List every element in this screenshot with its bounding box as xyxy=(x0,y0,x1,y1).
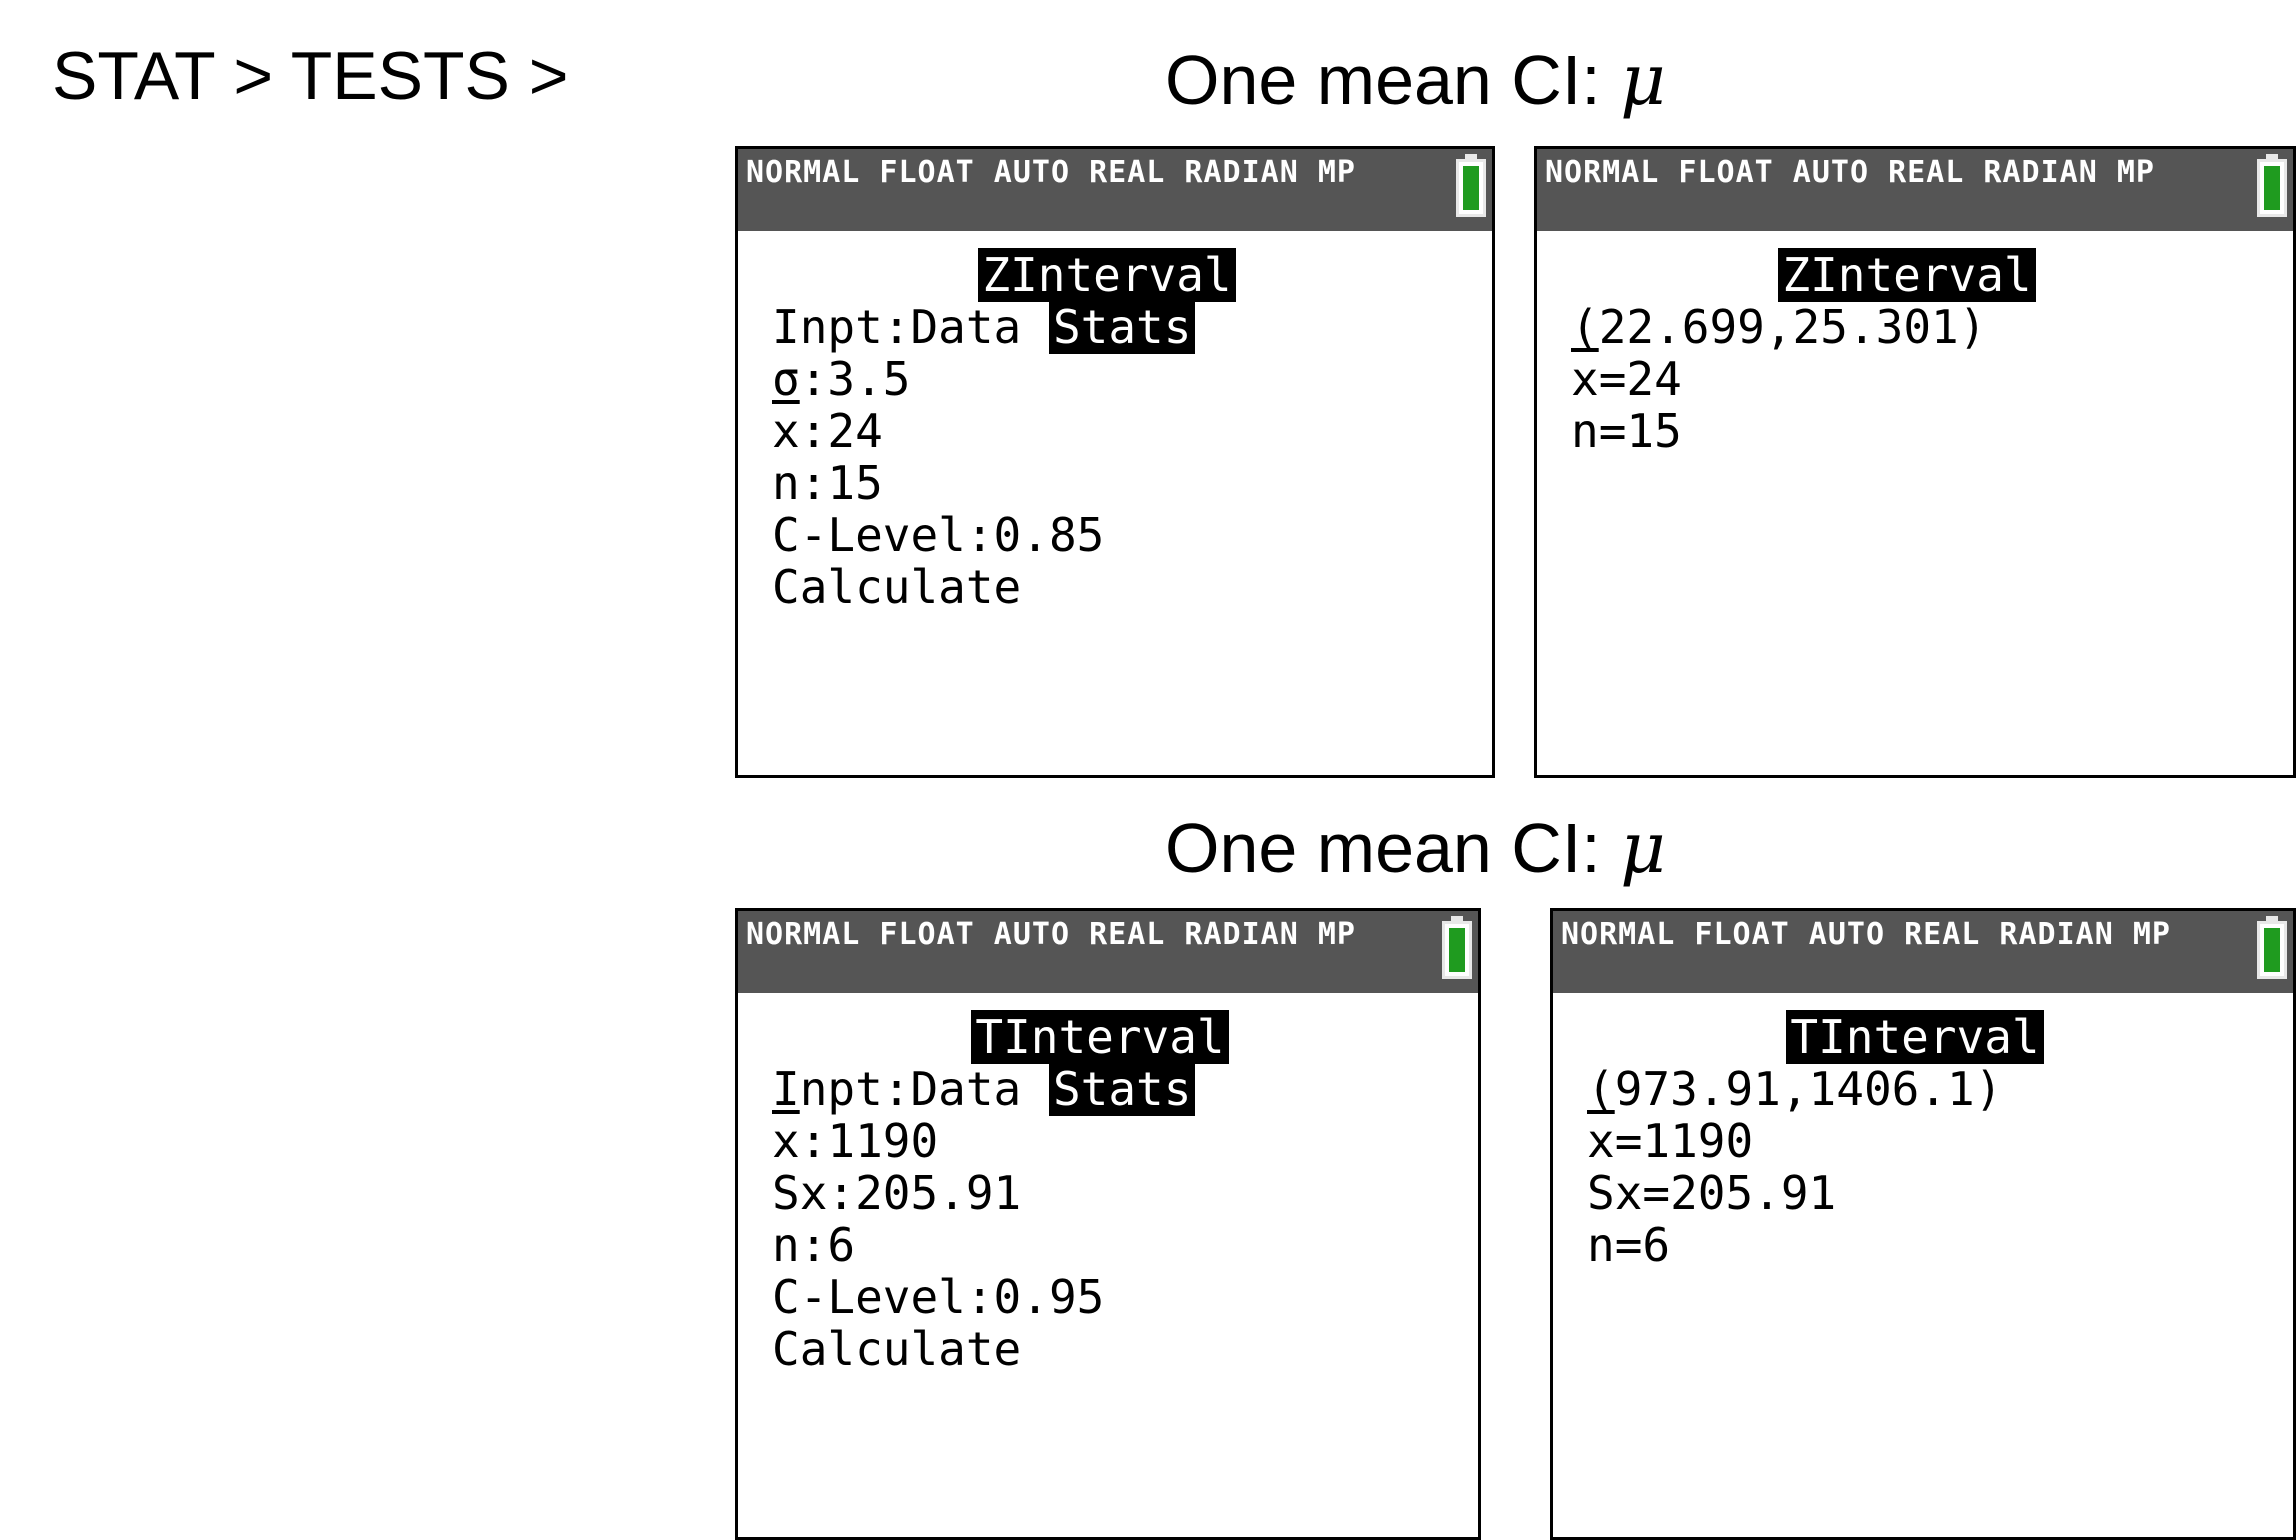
zinterval-result-screen: NORMAL FLOAT AUTO REAL RADIAN MP ZInterv… xyxy=(1534,146,2296,778)
tinterval-input-screen: NORMAL FLOAT AUTO REAL RADIAN MP TInterv… xyxy=(735,908,1481,1540)
xbar-value: =1190 xyxy=(1614,1114,1754,1168)
status-bar-text: NORMAL FLOAT AUTO REAL RADIAN MP xyxy=(746,155,1356,190)
xbar-field[interactable]: x:1190 xyxy=(772,1115,1468,1167)
input-mode-label: Inpt:Data xyxy=(772,1062,1049,1116)
xbar-symbol: x xyxy=(1571,352,1599,406)
mu-symbol: μ xyxy=(1620,807,1666,889)
xbar-symbol: x xyxy=(772,1114,800,1168)
screen-title-line: ZInterval xyxy=(1571,248,2283,302)
section-title-text: One mean CI: xyxy=(1165,809,1601,887)
screen-title: ZInterval xyxy=(978,248,1236,302)
status-bar-text: NORMAL FLOAT AUTO REAL RADIAN MP xyxy=(746,917,1356,952)
status-bar: NORMAL FLOAT AUTO REAL RADIAN MP xyxy=(1537,149,2293,231)
xbar-value: :1190 xyxy=(799,1114,939,1168)
xbar-field[interactable]: x:24 xyxy=(772,405,1482,457)
battery-icon xyxy=(1442,916,1472,979)
clevel-field[interactable]: C-Level:0.85 xyxy=(772,509,1482,561)
screen-title: ZInterval xyxy=(1778,248,2036,302)
mu-symbol: μ xyxy=(1620,39,1666,121)
screen-title: TInterval xyxy=(1786,1010,2044,1064)
screen-title-line: TInterval xyxy=(1587,1010,2283,1064)
zinterval-input-screen: NORMAL FLOAT AUTO REAL RADIAN MP ZInterv… xyxy=(735,146,1495,778)
screen-title: TInterval xyxy=(971,1010,1229,1064)
clevel-field[interactable]: C-Level:0.95 xyxy=(772,1271,1468,1323)
status-bar-text: NORMAL FLOAT AUTO REAL RADIAN MP xyxy=(1545,155,2155,190)
section-title-text: One mean CI: xyxy=(1165,41,1601,119)
status-bar: NORMAL FLOAT AUTO REAL RADIAN MP xyxy=(738,911,1478,993)
menu-path: STAT > TESTS > xyxy=(52,38,569,114)
n-field[interactable]: n:6 xyxy=(772,1219,1468,1271)
status-bar: NORMAL FLOAT AUTO REAL RADIAN MP xyxy=(738,149,1492,231)
screen-body: ZInterval (22.699,25.301) x=24 n=15 xyxy=(1571,248,2283,458)
screen-body: TInterval (973.91,1406.1) x=1190 Sx=205.… xyxy=(1587,1010,2283,1272)
xbar-value: =24 xyxy=(1598,352,1682,406)
input-mode-row[interactable]: Inpt:Data Stats xyxy=(772,1062,1468,1116)
screen-title-line: ZInterval xyxy=(772,248,1482,302)
input-mode-label: Inpt:Data xyxy=(772,300,1049,354)
n-result: n=6 xyxy=(1587,1218,1671,1272)
section-title-t: One mean CI: μ xyxy=(1165,806,1666,890)
battery-icon xyxy=(1456,154,1486,217)
input-mode-stats-option[interactable]: Stats xyxy=(1048,300,1196,354)
xbar-symbol: x xyxy=(772,404,800,458)
screen-body: TInterval Inpt:Data Stats x:1190 Sx:205.… xyxy=(772,1010,1468,1375)
status-bar-text: NORMAL FLOAT AUTO REAL RADIAN MP xyxy=(1561,917,2171,952)
section-title-z: One mean CI: μ xyxy=(1165,38,1666,122)
sigma-field[interactable]: σ:3.5 xyxy=(772,353,1482,405)
interval-result: (973.91,1406.1) xyxy=(1587,1062,2003,1116)
battery-icon xyxy=(2257,154,2287,217)
n-field[interactable]: n:15 xyxy=(772,457,1482,509)
xbar-symbol: x xyxy=(1587,1114,1615,1168)
screen-title-line: TInterval xyxy=(772,1010,1468,1064)
n-result: n=15 xyxy=(1571,404,1682,458)
sx-field[interactable]: Sx:205.91 xyxy=(772,1167,1468,1219)
sx-result: Sx=205.91 xyxy=(1587,1166,1837,1220)
calculate-option[interactable]: Calculate xyxy=(772,561,1482,613)
battery-icon xyxy=(2257,916,2287,979)
input-mode-stats-option[interactable]: Stats xyxy=(1048,1062,1196,1116)
status-bar: NORMAL FLOAT AUTO REAL RADIAN MP xyxy=(1553,911,2293,993)
interval-result: (22.699,25.301) xyxy=(1571,300,1987,354)
xbar-value: :24 xyxy=(799,404,883,458)
xbar-result: x=24 xyxy=(1571,353,2283,405)
screen-body: ZInterval Inpt:Data Stats σ:3.5 x:24 n:1… xyxy=(772,248,1482,613)
xbar-result: x=1190 xyxy=(1587,1115,2283,1167)
tinterval-result-screen: NORMAL FLOAT AUTO REAL RADIAN MP TInterv… xyxy=(1550,908,2296,1540)
input-mode-row[interactable]: Inpt:Data Stats xyxy=(772,300,1482,354)
calculate-option[interactable]: Calculate xyxy=(772,1323,1468,1375)
